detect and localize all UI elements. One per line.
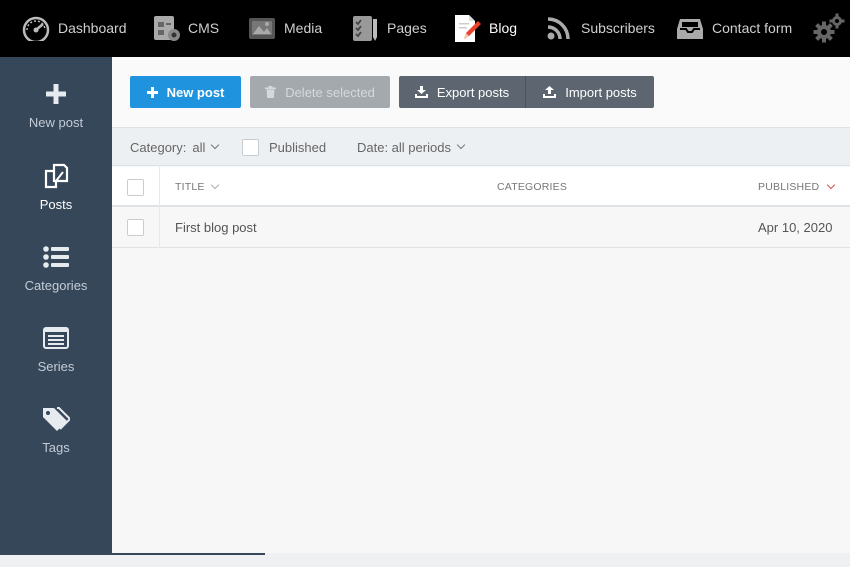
sidebar-item-label: Posts <box>39 197 73 212</box>
new-post-button[interactable]: New post <box>130 76 241 108</box>
nav-pages[interactable]: Pages <box>349 12 427 44</box>
post-title[interactable]: First blog post <box>175 207 257 248</box>
posts-icon <box>0 161 112 191</box>
nav-cms[interactable]: CMS <box>150 12 219 44</box>
blog-icon <box>451 12 483 44</box>
sidebar-item-categories[interactable]: Categories <box>0 242 112 312</box>
published-filter-label: Published <box>269 139 327 155</box>
published-checkbox[interactable] <box>242 138 259 156</box>
column-categories-label: CATEGORIES <box>497 181 568 193</box>
nav-cms-label: CMS <box>188 20 220 36</box>
date-filter[interactable]: Date: all periods <box>357 128 466 166</box>
sidebar-item-label: New post <box>28 115 84 130</box>
date-filter-label: Date: all periods <box>357 139 451 155</box>
new-post-button-label: New post <box>166 84 225 100</box>
nav-pages-label: Pages <box>387 20 427 36</box>
nav-media-label: Media <box>284 20 323 36</box>
sidebar-item-tags[interactable]: Tags <box>0 404 112 474</box>
delete-selected-button[interactable]: Delete selected <box>250 76 390 108</box>
sidebar-item-series[interactable]: Series <box>0 323 112 393</box>
sidebar-item-label: Tags <box>42 440 70 455</box>
upload-icon <box>543 86 557 98</box>
chevron-down-icon <box>456 140 466 150</box>
nav-media[interactable]: Media <box>246 12 322 44</box>
sidebar-item-label: Series <box>37 359 75 374</box>
dashboard-icon <box>20 12 52 44</box>
table-header: TITLE CATEGORIES PUBLISHED <box>112 167 850 207</box>
plus-icon <box>0 79 112 109</box>
import-posts-button-label: Import posts <box>565 84 637 100</box>
nav-blog-label: Blog <box>489 20 518 36</box>
column-title[interactable]: TITLE <box>175 167 219 207</box>
scrollbar-thumb[interactable] <box>0 553 265 555</box>
gears-icon[interactable] <box>812 12 846 44</box>
tags-icon <box>0 404 112 434</box>
column-published[interactable]: PUBLISHED <box>758 167 836 207</box>
sidebar-item-posts[interactable]: Posts <box>0 161 112 231</box>
delete-selected-button-label: Delete selected <box>285 84 375 100</box>
trash-icon <box>265 86 277 98</box>
sidebar: New post Posts Categories Series Tags <box>0 57 112 553</box>
sort-desc-icon <box>827 180 836 190</box>
category-filter-value: all <box>192 139 206 155</box>
pages-icon <box>349 12 381 44</box>
chevron-down-icon <box>211 140 220 150</box>
row-checkbox[interactable] <box>127 219 144 236</box>
nav-dashboard-label: Dashboard <box>58 20 127 36</box>
column-title-label: TITLE <box>175 181 205 193</box>
column-published-label: PUBLISHED <box>758 181 820 193</box>
select-all-cell <box>112 167 160 207</box>
published-filter[interactable]: Published <box>242 128 326 166</box>
nav-subscribers-label: Subscribers <box>581 20 655 36</box>
nav-contact-form-label: Contact form <box>712 20 793 36</box>
select-all-checkbox[interactable] <box>127 178 144 196</box>
export-posts-button[interactable]: Export posts <box>399 76 526 108</box>
filter-bar: Category: all Published Date: all period… <box>112 128 850 166</box>
inbox-icon <box>674 12 706 44</box>
rss-icon <box>543 12 575 44</box>
category-filter-label: Category: <box>130 139 187 155</box>
nav-dashboard[interactable]: Dashboard <box>20 12 127 44</box>
column-categories: CATEGORIES <box>497 167 567 207</box>
sidebar-item-new-post[interactable]: New post <box>0 79 112 149</box>
sidebar-item-label: Categories <box>24 278 88 293</box>
row-select-cell <box>112 207 160 248</box>
category-filter[interactable]: Category: all <box>130 128 220 166</box>
list-icon <box>0 242 112 272</box>
table-row[interactable]: First blog post Apr 10, 2020 <box>112 207 850 248</box>
nav-subscribers[interactable]: Subscribers <box>543 12 655 44</box>
cms-icon <box>150 12 182 44</box>
horizontal-scrollbar[interactable] <box>0 553 850 567</box>
nav-blog[interactable]: Blog <box>451 12 517 44</box>
toolbar: New post Delete selected Export posts Im… <box>112 57 850 128</box>
post-published-date: Apr 10, 2020 <box>758 220 833 235</box>
top-navigation: Dashboard CMS Media Pages Blog Subscribe… <box>0 0 850 57</box>
download-icon <box>414 86 428 98</box>
import-posts-button[interactable]: Import posts <box>526 76 654 108</box>
media-icon <box>246 12 278 44</box>
nav-contact-form[interactable]: Contact form <box>674 12 792 44</box>
plus-icon <box>146 86 158 98</box>
export-posts-button-label: Export posts <box>436 84 510 100</box>
chevron-down-icon <box>210 180 219 190</box>
series-icon <box>0 323 112 353</box>
main-content: New post Delete selected Export posts Im… <box>112 57 850 553</box>
posts-table: TITLE CATEGORIES PUBLISHED First blog po… <box>112 167 850 248</box>
